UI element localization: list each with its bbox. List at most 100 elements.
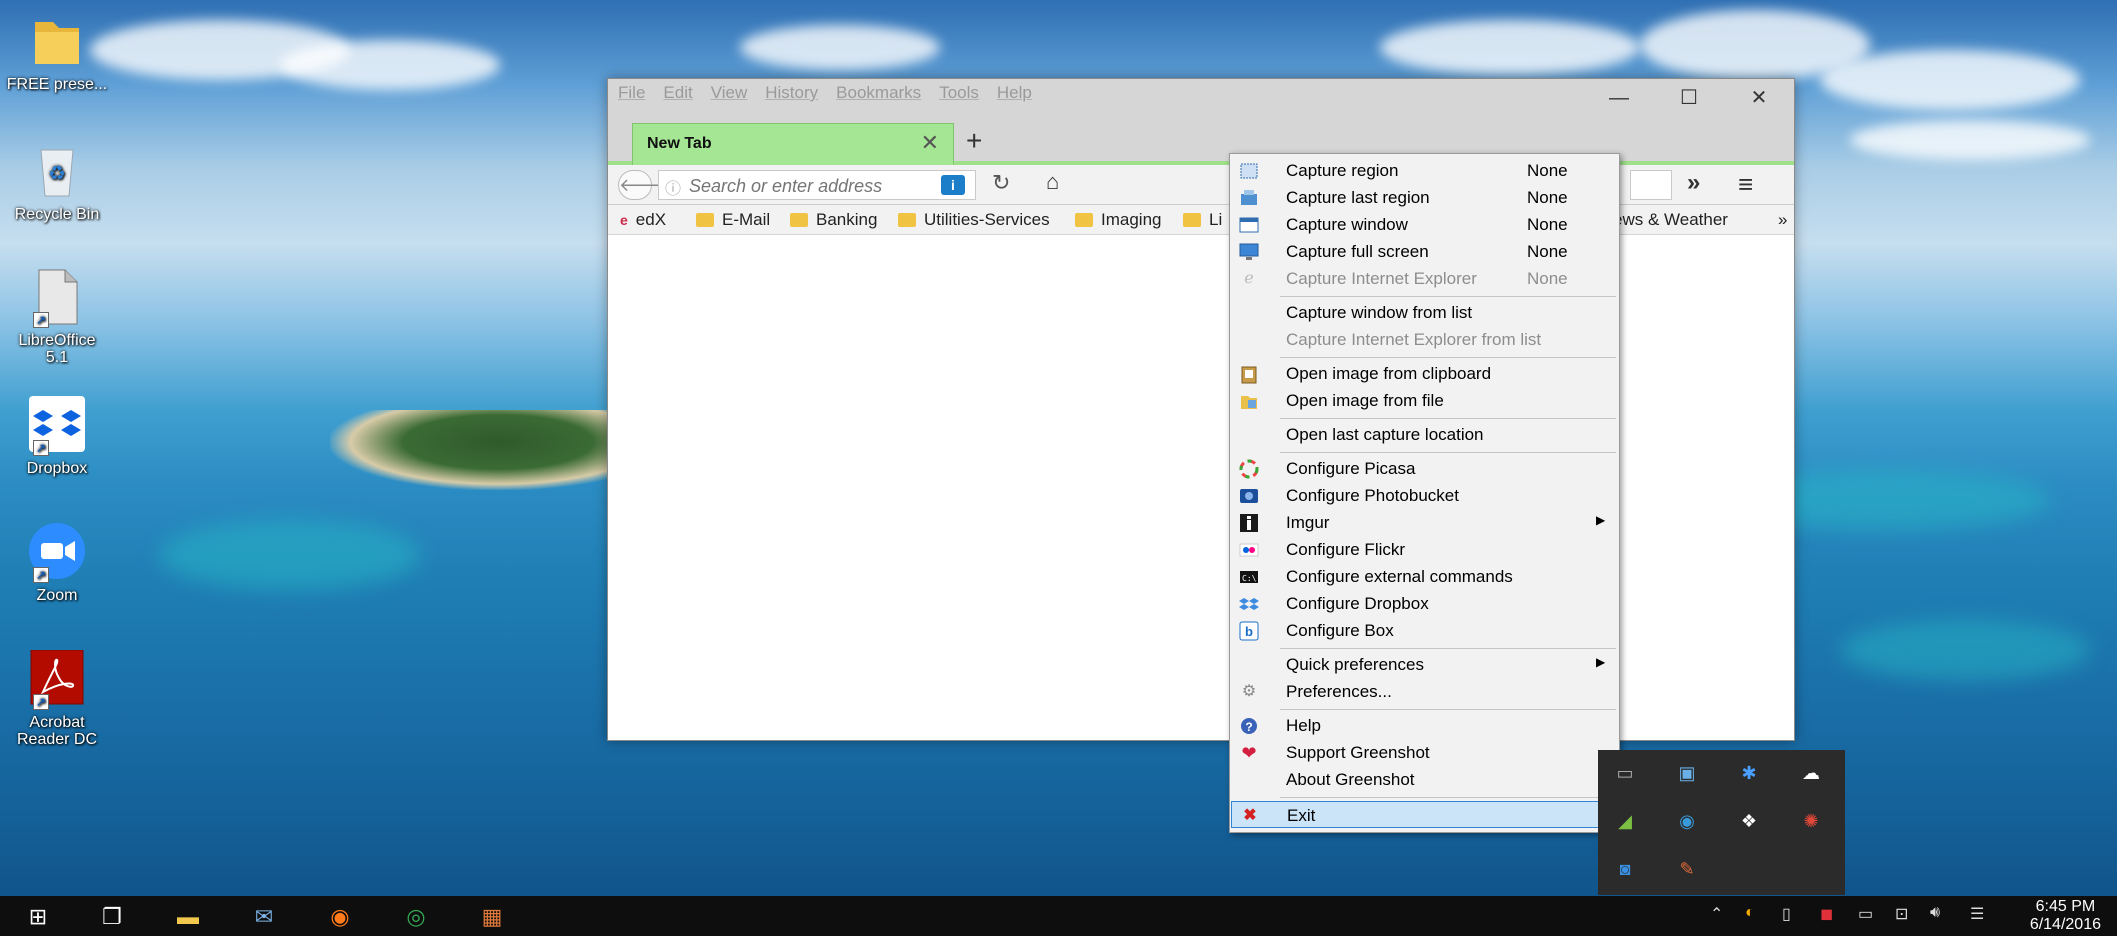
toolbar-overflow-button[interactable]: »	[1687, 169, 1700, 197]
onedrive-icon[interactable]: ☁	[1798, 760, 1824, 786]
bookmark-news-weather[interactable]: ews & Weather	[1613, 210, 1728, 230]
page-action-icon[interactable]: i	[941, 175, 965, 195]
minimize-button[interactable]: —	[1584, 81, 1654, 117]
clipboard-icon	[1239, 364, 1259, 384]
desktop-icon-acrobat[interactable]: ↗ Acrobat Reader DC	[0, 649, 114, 748]
tab-title: New Tab	[647, 135, 712, 152]
nvidia-icon[interactable]: ◢	[1612, 808, 1638, 834]
back-button[interactable]: 🡐	[618, 170, 667, 200]
network-globe-icon[interactable]: ◉	[1674, 808, 1700, 834]
tab-close-icon[interactable]: ✕	[921, 130, 939, 156]
file-explorer-icon[interactable]: ▬	[168, 900, 208, 934]
bookmark-edx[interactable]: e edX	[620, 210, 666, 230]
heart-icon: ❤	[1241, 743, 1257, 763]
menu-capture-window-from-list[interactable]: Capture window from list	[1231, 299, 1618, 326]
bookmark-utilities[interactable]: Utilities-Services	[898, 210, 1050, 230]
search-box[interactable]	[1630, 170, 1672, 200]
thunderbird-icon[interactable]: ✉	[244, 900, 284, 934]
window-icon	[1239, 215, 1259, 235]
red-app-icon[interactable]: ✺	[1798, 808, 1824, 834]
menu-configure-photobucket[interactable]: Configure Photobucket	[1231, 482, 1618, 509]
url-bar[interactable]: ⓘ i	[658, 170, 976, 200]
menu-separator	[1280, 418, 1616, 419]
menu-view[interactable]: View	[711, 83, 748, 103]
norton-icon[interactable]: ◐	[1745, 904, 1755, 922]
network-icon[interactable]: ⊡	[1895, 904, 1908, 924]
zoom-icon: ↗	[25, 523, 89, 583]
clock[interactable]: 6:45 PM 6/14/2016	[2030, 898, 2101, 934]
dropbox-tray-icon[interactable]: ❖	[1736, 808, 1762, 834]
menu-open-last-capture-location[interactable]: Open last capture location	[1231, 421, 1618, 448]
close-button[interactable]: ✕	[1724, 81, 1794, 117]
chrome-icon[interactable]: ◎	[396, 900, 436, 934]
menu-help[interactable]: ? Help	[1231, 712, 1618, 739]
menu-configure-flickr[interactable]: Configure Flickr	[1231, 536, 1618, 563]
title-bar: File Edit View History Bookmarks Tools H…	[608, 79, 1794, 119]
menu-separator	[1280, 296, 1616, 297]
monitor-icon[interactable]: ▭	[1612, 760, 1638, 786]
tab-new-tab[interactable]: New Tab ✕	[632, 123, 954, 165]
menu-configure-dropbox[interactable]: Configure Dropbox	[1231, 590, 1618, 617]
home-icon[interactable]: ⌂	[1046, 169, 1059, 195]
firefox-icon[interactable]: ◉	[320, 900, 360, 934]
action-center-icon[interactable]: ☰	[1970, 904, 1984, 924]
menu-separator	[1280, 357, 1616, 358]
folder-icon	[1183, 213, 1201, 227]
menu-preferences[interactable]: ⚙ Preferences...	[1231, 678, 1618, 705]
menu-open-from-clipboard[interactable]: Open image from clipboard	[1231, 360, 1618, 387]
task-view-icon[interactable]: ❐	[92, 900, 132, 934]
bookmark-imaging[interactable]: Imaging	[1075, 210, 1161, 230]
menu-about-greenshot[interactable]: About Greenshot	[1231, 766, 1618, 793]
power-icon[interactable]: ▭	[1858, 904, 1873, 924]
url-input[interactable]	[689, 176, 939, 197]
menu-help[interactable]: Help	[997, 83, 1032, 103]
menu-configure-external-commands[interactable]: C:\ Configure external commands	[1231, 563, 1618, 590]
bookmark-banking[interactable]: Banking	[790, 210, 877, 230]
desktop-icon-zoom[interactable]: ↗ Zoom	[0, 523, 114, 604]
bluetooth-icon[interactable]: ✱	[1736, 760, 1762, 786]
menu-capture-region[interactable]: Capture region None	[1231, 157, 1618, 184]
desktop-icon-libreoffice[interactable]: ↗ LibreOffice 5.1	[0, 268, 114, 366]
menu-capture-window[interactable]: Capture window None	[1231, 211, 1618, 238]
antivirus-icon[interactable]: ◼	[1820, 904, 1833, 924]
site-info-icon[interactable]: ⓘ	[665, 175, 681, 199]
show-hidden-icons-icon[interactable]: ⌃	[1710, 904, 1723, 924]
paint-icon[interactable]: ✎	[1674, 856, 1700, 882]
menu-separator	[1280, 709, 1616, 710]
hamburger-menu-icon[interactable]: ≡	[1738, 169, 1753, 200]
windows-start-icon[interactable]: ⊞	[18, 900, 58, 934]
new-tab-button[interactable]: +	[966, 125, 982, 157]
shortcut-arrow-icon: ↗	[33, 440, 49, 456]
menu-imgur[interactable]: Imgur ▶	[1231, 509, 1618, 536]
menu-exit[interactable]: ✖ Exit	[1231, 801, 1618, 828]
menu-capture-last-region[interactable]: Capture last region None	[1231, 184, 1618, 211]
desktop-icon-label: LibreOffice 5.1	[18, 332, 96, 366]
menu-support-greenshot[interactable]: ❤ Support Greenshot	[1231, 739, 1618, 766]
menu-bookmarks[interactable]: Bookmarks	[836, 83, 921, 103]
menu-tools[interactable]: Tools	[939, 83, 979, 103]
volume-icon[interactable]: 🔊︎	[1930, 904, 1940, 922]
box-sync-icon[interactable]: ◙	[1612, 856, 1638, 882]
desktop-icon-dropbox[interactable]: ↗ Dropbox	[0, 396, 114, 477]
usb-icon[interactable]: ▯	[1782, 904, 1791, 924]
bookmarks-overflow-button[interactable]: »	[1778, 210, 1787, 230]
menu-capture-ie-from-list: Capture Internet Explorer from list	[1286, 330, 1542, 349]
menu-edit[interactable]: Edit	[663, 83, 692, 103]
menu-open-from-file[interactable]: Open image from file	[1231, 387, 1618, 414]
menu-configure-box[interactable]: b Configure Box	[1231, 617, 1618, 644]
desktop-icon-recycle-bin[interactable]: ♻ Recycle Bin	[0, 142, 114, 223]
menu-history[interactable]: History	[765, 83, 818, 103]
menu-capture-full-screen[interactable]: Capture full screen None	[1231, 238, 1618, 265]
maximize-button[interactable]: ☐	[1654, 81, 1724, 117]
presentation-app-icon[interactable]: ▦	[472, 900, 512, 934]
reload-icon[interactable]: ↻	[992, 170, 1010, 196]
bookmark-email[interactable]: E-Mail	[696, 210, 770, 230]
menu-configure-picasa[interactable]: Configure Picasa	[1231, 455, 1618, 482]
menu-quick-preferences[interactable]: Quick preferences ▶	[1231, 651, 1618, 678]
bookmark-li[interactable]: Li	[1183, 210, 1222, 230]
desktop-icon-folder[interactable]: FREE prese...	[0, 12, 114, 93]
ie-icon: ℯ	[1244, 270, 1254, 287]
menu-file[interactable]: File	[618, 83, 645, 103]
window-controls: — ☐ ✕	[1584, 81, 1794, 117]
greenshot-tray-icon[interactable]: ▣	[1674, 760, 1700, 786]
